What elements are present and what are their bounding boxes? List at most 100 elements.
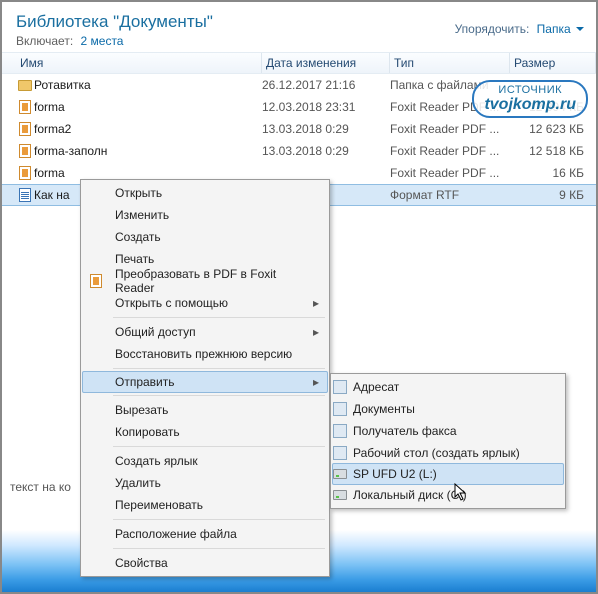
menu-item[interactable]: Общий доступ▸ [83,321,327,343]
library-subtitle: Включает: 2 места [16,34,582,48]
menu-gutter [83,523,109,545]
submenu-item[interactable]: Получатель факса [333,420,563,442]
submenu-item[interactable]: Адресат [333,376,563,398]
menu-gutter [83,450,109,472]
pdf-icon [90,274,102,288]
file-size: 9 КБ [510,188,596,202]
menu-item-label: Копировать [109,425,313,439]
watermark-line2: tvojkomp.ru [484,96,576,114]
sort-control[interactable]: Упорядочить: Папка [455,22,584,36]
menu-gutter [83,343,109,365]
menu-item-label: Изменить [109,208,313,222]
menu-item-label: Преобразовать в PDF в Foxit Reader [109,267,313,295]
submenu-item-label: Документы [347,402,563,416]
menu-item[interactable]: Открыть с помощью▸ [83,292,327,314]
menu-separator [113,395,325,396]
menu-item[interactable]: Переименовать [83,494,327,516]
menu-item[interactable]: Копировать [83,421,327,443]
file-type: Foxit Reader PDF ... [390,144,510,158]
file-name: forma-заполн [34,144,262,158]
file-row[interactable]: forma213.03.2018 0:29Foxit Reader PDF ..… [2,118,596,140]
menu-gutter [83,421,109,443]
file-date: 26.12.2017 21:16 [262,78,390,92]
folder-icon [18,80,32,91]
menu-gutter [83,204,109,226]
watermark-line1: ИСТОЧНИК [484,84,576,96]
menu-item-label: Создать [109,230,313,244]
context-menu[interactable]: Открыть Изменить Создать ПечатьПреобразоват… [80,179,330,577]
menu-gutter [83,292,109,314]
sort-value[interactable]: Папка [533,22,571,36]
menu-item-label: Восстановить прежнюю версию [109,347,313,361]
menu-separator [113,368,325,369]
submenu-gutter [333,464,347,484]
file-size: 12 623 КБ [510,122,596,136]
col-date[interactable]: Дата изменения [262,53,390,73]
col-name[interactable]: Имя [16,53,262,73]
menu-item-label: Расположение файла [109,527,313,541]
menu-item[interactable]: Открыть [83,182,327,204]
menu-item[interactable]: Отправить▸ [82,371,328,393]
menu-item[interactable]: Преобразовать в PDF в Foxit Reader [83,270,327,292]
includes-link[interactable]: 2 места [77,34,124,48]
file-date: 12.03.2018 23:31 [262,100,390,114]
menu-gutter [83,494,109,516]
generic-icon [333,380,347,394]
menu-item[interactable]: Создать ярлык [83,450,327,472]
menu-item-label: Свойства [109,556,313,570]
file-name: forma [34,166,262,180]
submenu-arrow-icon: ▸ [313,296,327,310]
submenu-item[interactable]: Документы [333,398,563,420]
menu-item-label: Открыть [109,186,313,200]
mouse-cursor-icon [454,483,468,503]
rtf-icon [19,188,31,202]
submenu-item-label: SP UFD U2 (L:) [347,467,563,481]
submenu-item[interactable]: SP UFD U2 (L:) [332,463,564,485]
generic-icon [333,424,347,438]
col-type[interactable]: Тип [390,53,510,73]
file-row[interactable]: forma-заполн13.03.2018 0:29Foxit Reader … [2,140,596,162]
menu-separator [113,317,325,318]
submenu-item-label: Получатель факса [347,424,563,438]
menu-item-label: Создать ярлык [109,454,313,468]
pdf-icon [19,144,31,158]
menu-item-label: Переименовать [109,498,313,512]
menu-item[interactable]: Свойства [83,552,327,574]
menu-separator [113,519,325,520]
file-icon-cell [16,165,34,181]
chevron-down-icon [576,27,584,35]
menu-separator [113,446,325,447]
sort-label: Упорядочить: [455,22,530,36]
menu-item[interactable]: Создать [83,226,327,248]
menu-item-label: Печать [109,252,313,266]
menu-item[interactable]: Расположение файла [83,523,327,545]
column-headers[interactable]: Имя Дата изменения Тип Размер [2,52,596,74]
submenu-item[interactable]: Локальный диск (C:) [333,484,563,506]
drive-icon [333,490,347,500]
menu-item-label: Открыть с помощью [109,296,313,310]
watermark: ИСТОЧНИК tvojkomp.ru [472,80,588,118]
menu-gutter [83,248,109,270]
send-to-submenu[interactable]: Адресат Документы Получатель факса Рабочий … [330,373,566,509]
menu-gutter [83,270,109,292]
file-name: forma [34,100,262,114]
submenu-arrow-icon: ▸ [313,325,327,339]
menu-item[interactable]: Восстановить прежнюю версию [83,343,327,365]
submenu-item[interactable]: Рабочий стол (создать ярлык) [333,442,563,464]
file-date: 13.03.2018 0:29 [262,144,390,158]
submenu-gutter [333,376,347,398]
submenu-arrow-icon: ▸ [313,375,327,389]
menu-item[interactable]: Изменить [83,204,327,226]
menu-gutter [83,321,109,343]
menu-item[interactable]: Вырезать [83,399,327,421]
file-date: 13.03.2018 0:29 [262,122,390,136]
menu-item-label: Общий доступ [109,325,313,339]
truncated-text: текст на ко [10,480,71,494]
menu-item[interactable]: Удалить [83,472,327,494]
file-type: Формат RTF [390,188,510,202]
col-size[interactable]: Размер [510,53,596,73]
pdf-icon [19,100,31,114]
menu-separator [113,548,325,549]
generic-icon [333,446,347,460]
menu-item-label: Отправить [109,375,313,389]
